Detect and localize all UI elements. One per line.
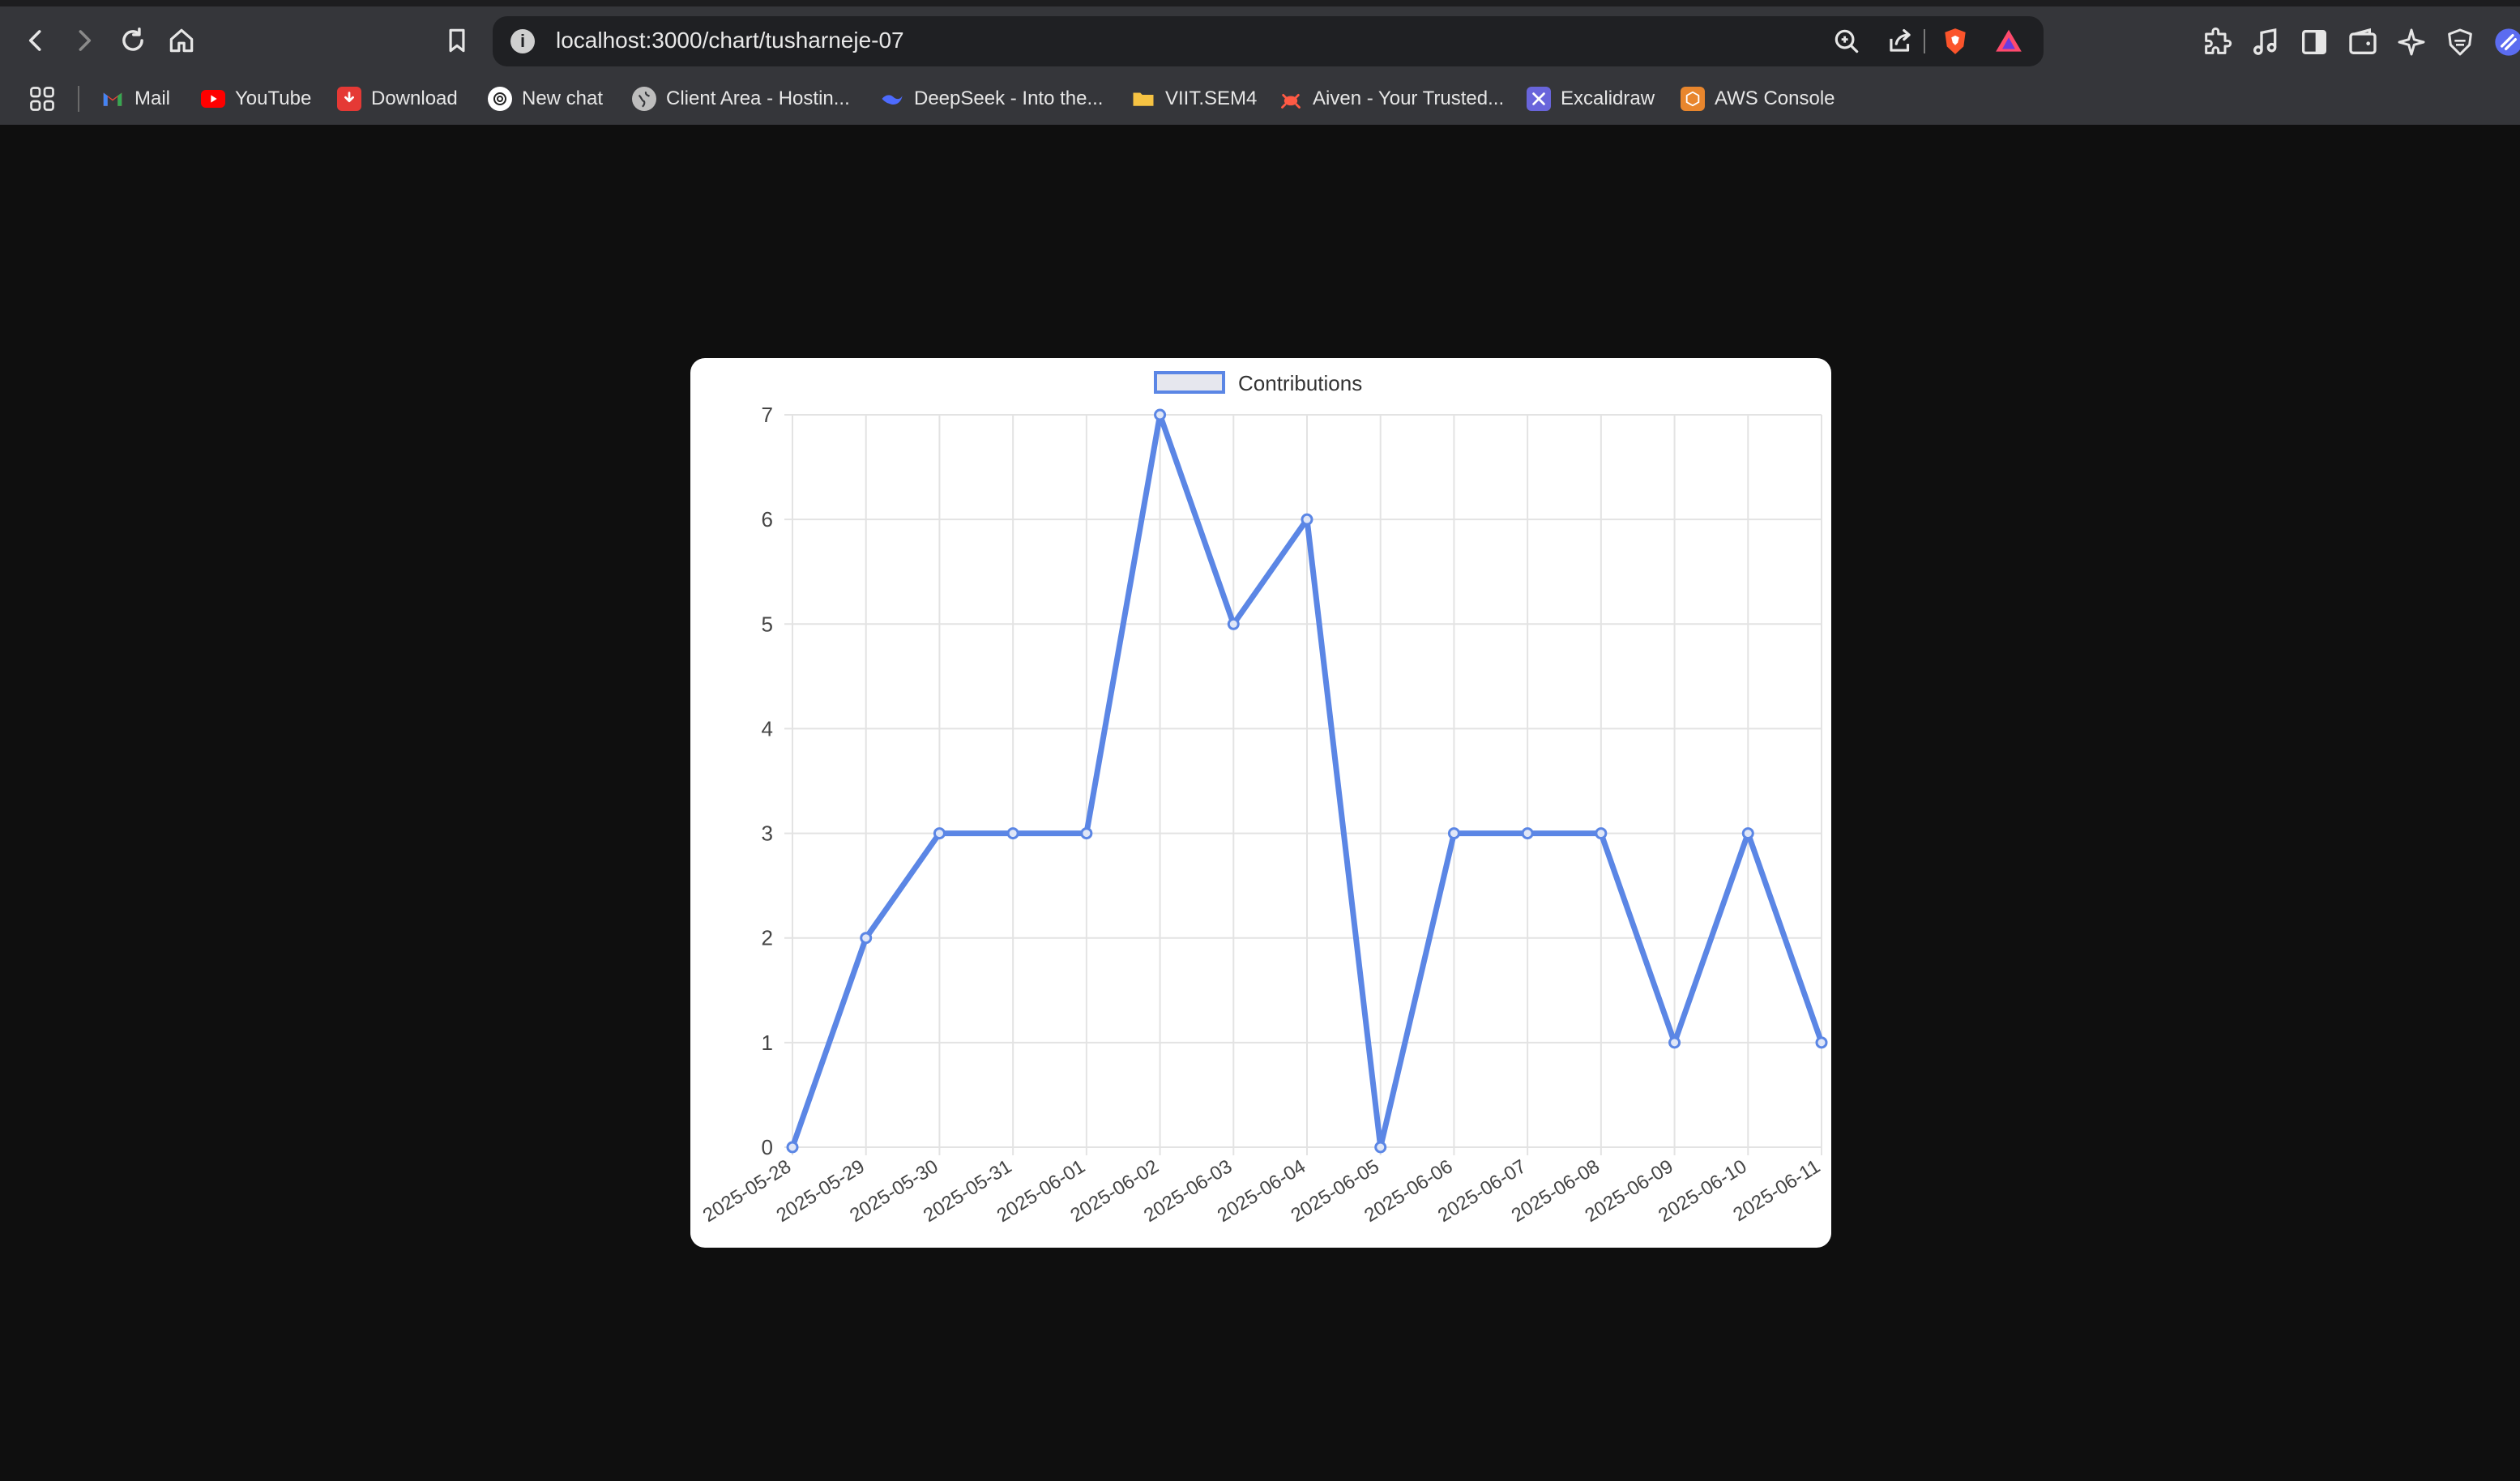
bookmark-download[interactable]: Download	[337, 83, 458, 115]
url-text[interactable]: localhost:3000/chart/tusharneje-07	[556, 28, 904, 53]
y-tick-label: 7	[762, 403, 773, 427]
apps-grid-icon[interactable]	[28, 84, 57, 113]
line-chart: 012345672025-05-282025-05-292025-05-3020…	[699, 403, 1828, 1227]
y-tick-label: 2	[762, 926, 773, 950]
share-icon[interactable]	[1885, 26, 1916, 57]
bookmarks-separator	[78, 86, 79, 112]
home-icon	[169, 28, 194, 53]
bookmark-excalidraw[interactable]: Excalidraw	[1527, 83, 1655, 115]
y-tick-label: 4	[762, 716, 773, 740]
bookmark-label: New chat	[522, 87, 604, 109]
data-point	[1006, 827, 1019, 840]
bookmark-aiven[interactable]: Aiven - Your Trusted...	[1279, 83, 1504, 115]
data-point	[1374, 1141, 1387, 1154]
bookmark-viit-sem4[interactable]: VIIT.SEM4	[1131, 83, 1257, 115]
data-point	[1301, 513, 1313, 526]
gmail-icon	[100, 87, 125, 111]
chevron-right-icon	[79, 30, 92, 51]
y-tick-label: 0	[762, 1135, 773, 1159]
forward-button[interactable]	[63, 19, 105, 62]
chart-container: Contributions 0 1 2 3 4 5 6 7 2025-05-28 2025-05-…	[690, 358, 1831, 1248]
data-point	[1595, 827, 1608, 840]
bookmark-label: Aiven - Your Trusted...	[1313, 87, 1505, 109]
leo-ai-icon[interactable]	[2395, 26, 2428, 58]
data-point	[933, 827, 946, 840]
data-point	[1815, 1036, 1828, 1049]
data-point	[786, 1141, 799, 1154]
globe-icon	[632, 87, 656, 111]
data-point	[1154, 408, 1167, 421]
download-icon	[337, 87, 361, 111]
deepseek-icon	[880, 87, 904, 111]
bookmark-icon	[449, 28, 465, 53]
url-separator	[1924, 29, 1925, 53]
bookmark-youtube[interactable]: YouTube	[201, 83, 311, 115]
data-point	[1227, 617, 1240, 630]
bookmark-label: VIIT.SEM4	[1165, 87, 1258, 109]
y-tick-label: 1	[762, 1031, 773, 1055]
bookmark-label: Download	[371, 87, 458, 109]
music-icon[interactable]	[2249, 26, 2282, 58]
brave-rewards-icon[interactable]	[1993, 26, 2024, 57]
brave-shields-icon[interactable]	[1940, 26, 1971, 57]
bookmark-label: Excalidraw	[1561, 87, 1655, 109]
y-tick-label: 6	[762, 507, 773, 531]
data-point	[1521, 827, 1534, 840]
excalidraw-icon	[1527, 87, 1551, 111]
bookmark-page-button[interactable]	[436, 19, 478, 62]
address-bar[interactable]: i localhost:3000/chart/tusharneje-07	[493, 16, 2044, 66]
y-tick-label: 5	[762, 612, 773, 636]
bookmark-label: DeepSeek - Into the...	[914, 87, 1104, 109]
aws-icon	[1681, 87, 1705, 111]
bookmark-label: Client Area - Hostin...	[666, 87, 850, 109]
profile-icon[interactable]	[2492, 26, 2520, 58]
data-point	[1447, 827, 1460, 840]
data-point	[1668, 1036, 1681, 1049]
bookmark-mail[interactable]: Mail	[100, 83, 170, 115]
bookmark-deepseek[interactable]: DeepSeek - Into the...	[880, 83, 1103, 115]
back-button[interactable]	[15, 19, 57, 62]
bookmark-new-chat[interactable]: New chat	[488, 83, 603, 115]
home-button[interactable]	[160, 19, 203, 62]
reload-button[interactable]	[112, 19, 154, 62]
reload-icon	[122, 28, 143, 51]
data-point	[1080, 827, 1093, 840]
zoom-icon[interactable]	[1831, 26, 1862, 57]
bookmarks-bar: Mail YouTube Download New chat Client Ar…	[0, 78, 2520, 120]
bookmark-label: YouTube	[235, 87, 312, 109]
sidebar-icon[interactable]	[2298, 26, 2330, 58]
vpn-shield-icon[interactable]	[2444, 26, 2476, 58]
aiven-icon	[1279, 87, 1303, 111]
bookmark-client-area[interactable]: Client Area - Hostin...	[632, 83, 850, 115]
browser-chrome: i localhost:3000/chart/tusharneje-07 Mai…	[0, 0, 2520, 125]
bookmark-label: Mail	[135, 87, 171, 109]
folder-icon	[1131, 87, 1155, 111]
bookmark-aws-console[interactable]: AWS Console	[1681, 83, 1835, 115]
bookmark-label: AWS Console	[1715, 87, 1835, 109]
navigation-bar: i localhost:3000/chart/tusharneje-07	[0, 13, 2520, 70]
youtube-icon	[201, 90, 225, 108]
y-tick-label: 3	[762, 822, 773, 846]
data-point	[860, 932, 873, 945]
extensions-icon[interactable]	[2201, 26, 2233, 58]
wallet-icon[interactable]	[2347, 26, 2379, 58]
openai-icon	[488, 87, 512, 111]
chevron-left-icon	[28, 30, 41, 51]
info-icon[interactable]: i	[510, 29, 535, 53]
data-point	[1741, 827, 1754, 840]
